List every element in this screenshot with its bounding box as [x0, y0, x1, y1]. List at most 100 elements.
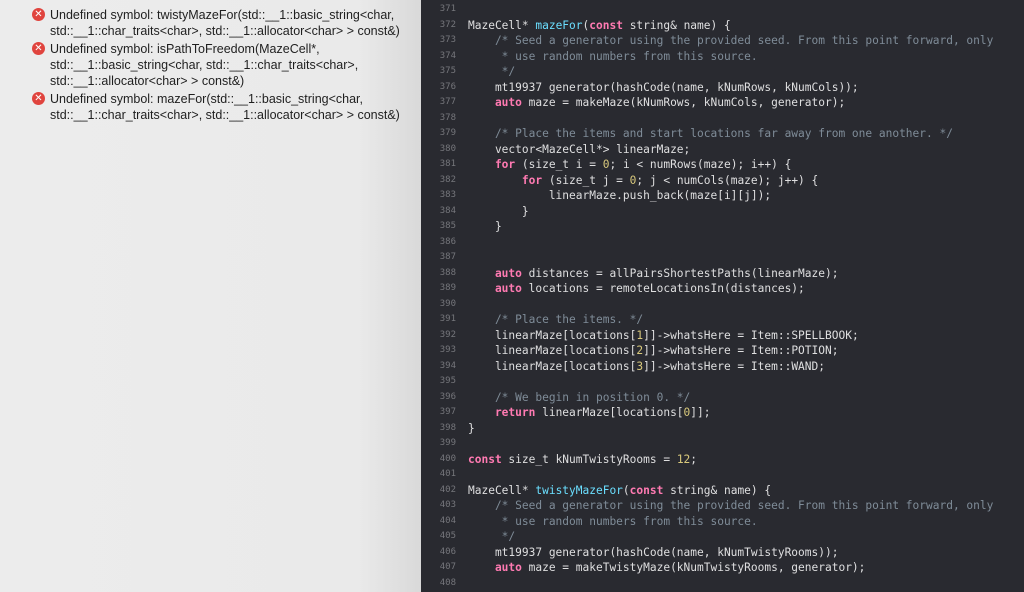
code-content: /* Seed a generator using the provided s…	[468, 498, 993, 514]
code-content: }	[468, 219, 502, 235]
code-line[interactable]: 400 const size_t kNumTwistyRooms = 12;	[421, 452, 1024, 468]
line-number: 395	[439, 376, 456, 386]
code-line[interactable]: 398}	[421, 421, 1024, 437]
code-line[interactable]: 392 linearMaze[locations[1]]->whatsHere …	[421, 328, 1024, 344]
code-line[interactable]: 399	[421, 436, 1024, 452]
line-number: 373	[439, 35, 456, 45]
code-line[interactable]: 383 linearMaze.push_back(maze[i][j]);	[421, 188, 1024, 204]
code-content: mt19937 generator(hashCode(name, kNumTwi…	[468, 545, 839, 561]
code-keyword: auto	[468, 561, 522, 574]
code-line[interactable]: 382 for (size_t j = 0; j < numCols(maze)…	[421, 173, 1024, 189]
line-number: 372	[439, 19, 456, 30]
code-text: maze = makeMaze(kNumRows, kNumCols, gene…	[521, 96, 846, 109]
code-line[interactable]: 376 mt19937 generator(hashCode(name, kNu…	[421, 80, 1024, 96]
code-comment: * use random numbers from this source.	[468, 49, 758, 63]
code-line[interactable]: 401	[421, 467, 1024, 483]
issue-item[interactable]: ✕ Undefined symbol: mazeFor(std::__1::ba…	[32, 91, 417, 123]
code-line[interactable]: 403 /* Seed a generator using the provid…	[421, 498, 1024, 514]
line-number: 402	[439, 484, 456, 495]
error-icon: ✕	[32, 8, 45, 21]
code-line[interactable]: 381 for (size_t i = 0; i < numRows(maze)…	[421, 157, 1024, 173]
code-line[interactable]: 393 linearMaze[locations[2]]->whatsHere …	[421, 343, 1024, 359]
code-line[interactable]: 389 auto locations = remoteLocationsIn(d…	[421, 281, 1024, 297]
issue-item[interactable]: ✕ Undefined symbol: isPathToFreedom(Maze…	[32, 41, 417, 89]
code-text: string& name) {	[663, 483, 772, 497]
code-line[interactable]: 408	[421, 576, 1024, 592]
line-number: 375	[439, 66, 456, 76]
code-line[interactable]: 387	[421, 250, 1024, 266]
code-comment: /* Place the items and start locations f…	[468, 127, 953, 140]
code-line[interactable]: 391 /* Place the items. */	[421, 312, 1024, 328]
code-line[interactable]: 407 auto maze = makeTwistyMaze(kNumTwist…	[421, 560, 1024, 576]
line-number: 391	[439, 314, 456, 324]
code-content: linearMaze[locations[3]]->whatsHere = It…	[468, 359, 825, 375]
line-number: 386	[439, 236, 456, 247]
code-line[interactable]: 405 */	[421, 529, 1024, 545]
code-line[interactable]: 377 auto maze = makeMaze(kNumRows, kNumC…	[421, 95, 1024, 111]
line-number: 394	[439, 360, 456, 371]
code-text: maze = makeTwistyMaze(kNumTwistyRooms, g…	[521, 561, 866, 574]
code-text: ; i < numRows(maze); i++) {	[609, 158, 792, 171]
code-text: linearMaze[locations[	[535, 406, 684, 419]
code-line[interactable]: 397 return linearMaze[locations[0]];	[421, 405, 1024, 421]
code-line[interactable]: 388 auto distances = allPairsShortestPat…	[421, 266, 1024, 282]
code-text: ]]->whatsHere = Item::POTION;	[643, 344, 839, 357]
line-number: 379	[439, 128, 456, 138]
code-line[interactable]: 384 }	[421, 204, 1024, 220]
code-text: MazeCell*	[468, 18, 536, 32]
issue-line: Undefined symbol: mazeFor(std::__1::basi…	[50, 92, 364, 106]
code-content: /* Place the items. */	[468, 312, 643, 328]
code-content: linearMaze[locations[2]]->whatsHere = It…	[468, 343, 839, 359]
line-number: 392	[439, 329, 456, 340]
line-number: 389	[439, 283, 456, 293]
code-line[interactable]: 402 MazeCell* twistyMazeFor(const string&…	[421, 483, 1024, 499]
line-number: 376	[439, 81, 456, 92]
code-line[interactable]: 371	[421, 2, 1024, 18]
issue-message: Undefined symbol: twistyMazeFor(std::__1…	[50, 7, 417, 39]
code-text: ]]->whatsHere = Item::WAND;	[643, 359, 825, 373]
issue-item[interactable]: ✕ Undefined symbol: twistyMazeFor(std::_…	[32, 7, 417, 39]
line-number: 406	[439, 546, 456, 557]
code-line[interactable]: 404 * use random numbers from this sourc…	[421, 514, 1024, 530]
code-line[interactable]: 386	[421, 235, 1024, 251]
code-editor[interactable]: 371 372 MazeCell* mazeFor(const string& na…	[421, 0, 1024, 592]
code-content: MazeCell* mazeFor(const string& name) {	[468, 18, 731, 34]
code-keyword: auto	[468, 282, 522, 295]
code-line[interactable]: 390	[421, 297, 1024, 313]
code-comment: /* Seed a generator using the provided s…	[468, 34, 994, 47]
code-line[interactable]: 374 * use random numbers from this sourc…	[421, 49, 1024, 65]
code-keyword: auto	[468, 96, 522, 109]
code-content: linearMaze.push_back(maze[i][j]);	[468, 188, 771, 204]
code-comment: */	[468, 530, 516, 543]
code-text: (	[622, 483, 630, 497]
code-text: vector<MazeCell*> linearMaze;	[468, 142, 691, 156]
code-line[interactable]: 379 /* Place the items and start locatio…	[421, 126, 1024, 142]
code-text: }	[468, 220, 502, 233]
issue-navigator: ✕ Undefined symbol: twistyMazeFor(std::_…	[0, 0, 421, 592]
code-line[interactable]: 395	[421, 374, 1024, 390]
code-text: ;	[690, 452, 698, 466]
code-text: }	[468, 204, 529, 218]
code-line[interactable]: 385 }	[421, 219, 1024, 235]
code-content: */	[468, 64, 515, 80]
code-content: */	[468, 529, 515, 545]
code-line[interactable]: 396 /* We begin in position 0. */	[421, 390, 1024, 406]
code-content: vector<MazeCell*> linearMaze;	[468, 142, 690, 158]
code-line[interactable]: 406 mt19937 generator(hashCode(name, kNu…	[421, 545, 1024, 561]
line-number: 378	[439, 112, 456, 123]
code-line[interactable]: 372 MazeCell* mazeFor(const string& name)…	[421, 18, 1024, 34]
code-text: distances = allPairsShortestPaths(linear…	[521, 266, 839, 280]
code-line[interactable]: 380 vector<MazeCell*> linearMaze;	[421, 142, 1024, 158]
code-line[interactable]: 375 */	[421, 64, 1024, 80]
code-comment: /* Seed a generator using the provided s…	[468, 499, 994, 512]
code-line[interactable]: 394 linearMaze[locations[3]]->whatsHere …	[421, 359, 1024, 375]
code-line[interactable]: 378	[421, 111, 1024, 127]
code-line[interactable]: 373 /* Seed a generator using the provid…	[421, 33, 1024, 49]
line-number: 407	[439, 562, 456, 572]
code-text: string& name) {	[622, 18, 731, 32]
line-number: 405	[439, 531, 456, 541]
line-number: 382	[439, 174, 456, 185]
line-number: 371	[439, 4, 456, 14]
code-function-name: twistyMazeFor	[535, 483, 623, 497]
code-keyword: const	[589, 18, 623, 32]
